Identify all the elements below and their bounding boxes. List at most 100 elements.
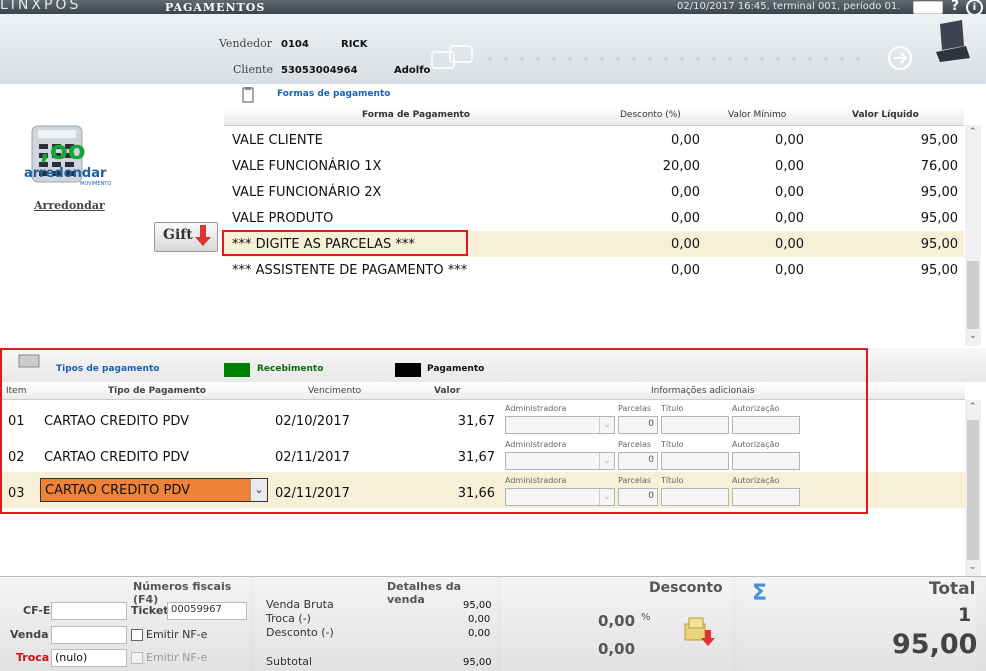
gift-button[interactable]: Gift: [154, 222, 218, 252]
forma-liquido: 95,00: [920, 263, 958, 278]
desconto-pct[interactable]: 0,00: [598, 612, 635, 630]
formas-row[interactable]: VALE FUNCIONÁRIO 1X 20,00 0,00 76,00: [224, 153, 964, 179]
keyboard-icon[interactable]: [913, 1, 943, 14]
col-desconto: Desconto (%): [620, 110, 681, 120]
ticket-label: Ticket: [131, 604, 169, 617]
formas-tab[interactable]: Formas de pagamento: [224, 84, 964, 106]
detalhes-panel: Detalhes da venda Venda Bruta 95,00 Troc…: [255, 577, 497, 671]
desconto-title: Desconto: [649, 580, 723, 596]
scroll-thumb[interactable]: [967, 420, 979, 560]
title-bar: LINXPOS PAGAMENTOS 02/10/2017 16:45, ter…: [0, 0, 986, 16]
total-value: 95,00: [892, 629, 978, 660]
arredondar-label[interactable]: Arredondar: [34, 199, 105, 212]
venda-input[interactable]: [51, 626, 127, 644]
sigma-icon: Σ: [752, 581, 768, 606]
vendedor-name: RICK: [341, 39, 368, 50]
formas-row[interactable]: VALE PRODUTO 0,00 0,00 95,00: [224, 205, 964, 231]
document-icon: [242, 87, 254, 103]
formas-row[interactable]: VALE CLIENTE 0,00 0,00 95,00: [224, 127, 964, 153]
decorative-dots-icon: [431, 45, 912, 70]
total-title: Total: [929, 579, 976, 599]
emitir-nfe2-label: Emitir NF-e: [146, 651, 208, 664]
emitir-nfe-label: Emitir NF-e: [146, 628, 208, 641]
emitir-nfe-checkbox[interactable]: [131, 629, 143, 641]
total-panel: Σ Total 1 95,00: [737, 577, 977, 671]
pos-terminal-icon: [936, 20, 970, 62]
bruta-value: 95,00: [463, 600, 492, 611]
cliente-code: 53053004964: [281, 65, 358, 76]
arredondar-logo[interactable]: ,oo arredondar MOVIMENTO: [22, 136, 132, 187]
scroll-down-icon[interactable]: ⌄: [969, 331, 977, 341]
ticket-value: 00059967: [171, 604, 222, 615]
forma-liquido: 76,00: [920, 159, 958, 174]
scroll-down-icon[interactable]: ⌄: [969, 562, 977, 572]
scroll-thumb[interactable]: [967, 261, 979, 329]
forma-desconto: 0,00: [671, 237, 700, 252]
scroll-up-icon[interactable]: ⌃: [969, 127, 977, 137]
brand-logo: LINXPOS: [0, 0, 82, 13]
header-panel: Vendedor 0104 RICK Cliente 53053004964 A…: [0, 14, 986, 84]
forma-desconto: 20,00: [662, 159, 700, 174]
footer: Números fiscais (F4) CF-E Ticket 0005996…: [0, 576, 986, 671]
formas-grid-header: Forma de Pagamento Desconto (%) Valor Mí…: [224, 107, 964, 126]
logo-sub: MOVIMENTO: [80, 181, 112, 187]
forma-liquido: 95,00: [920, 211, 958, 226]
troca2-value: 0,00: [468, 614, 491, 625]
highlight-box: [222, 230, 468, 256]
module-title: PAGAMENTOS: [165, 1, 266, 14]
formas-row[interactable]: VALE FUNCIONÁRIO 2X 0,00 0,00 95,00: [224, 179, 964, 205]
left-pane: ,oo arredondar MOVIMENTO Arredondar Gift: [0, 84, 222, 346]
forma-liquido: 95,00: [920, 185, 958, 200]
pct-sign: %: [641, 612, 651, 623]
subtotal-label: Subtotal: [266, 655, 313, 668]
forma-minimo: 0,00: [775, 159, 804, 174]
troca-value: (nulo): [55, 651, 88, 664]
tipos-panel: Tipos de pagamento Recebimento Pagamento…: [0, 348, 986, 576]
forma-name: VALE FUNCIONÁRIO 1X: [232, 159, 382, 174]
cliente-name: Adolfo: [394, 65, 431, 76]
forma-liquido: 95,00: [920, 133, 958, 148]
tipos-scrollbar[interactable]: ⌃ ⌄: [965, 400, 981, 576]
scroll-up-icon[interactable]: ⌃: [969, 402, 977, 412]
troca-input[interactable]: (nulo): [51, 649, 127, 667]
forma-name: VALE FUNCIONÁRIO 2X: [232, 185, 382, 200]
gift-label: Gift: [163, 227, 193, 243]
troca2-label: Troca (-): [266, 612, 311, 625]
cfe-label: CF-E: [23, 604, 51, 617]
discount-icon[interactable]: [683, 616, 717, 648]
subtotal-value: 95,00: [463, 657, 492, 668]
forma-desconto: 0,00: [671, 263, 700, 278]
formas-tab-label: Formas de pagamento: [277, 89, 391, 99]
vendedor-label: Vendedor: [219, 37, 273, 50]
status-text: 02/10/2017 16:45, terminal 001, período …: [677, 1, 901, 12]
fiscal-panel: Números fiscais (F4) CF-E Ticket 0005996…: [0, 577, 250, 671]
total-items: 1: [958, 604, 972, 626]
forma-name: VALE CLIENTE: [232, 133, 323, 148]
forma-minimo: 0,00: [775, 263, 804, 278]
emitir-nfe2-checkbox[interactable]: [131, 652, 143, 664]
ticket-input[interactable]: 00059967: [167, 602, 247, 620]
desconto-panel: Desconto 0,00 % 0,00: [501, 577, 733, 671]
cfe-input[interactable]: [51, 602, 127, 620]
forma-minimo: 0,00: [775, 211, 804, 226]
troca-label: Troca: [16, 651, 50, 664]
desconto-value[interactable]: 0,00: [598, 640, 635, 658]
col-minimo: Valor Mínimo: [728, 110, 787, 120]
formas-scrollbar[interactable]: ⌃ ⌄: [965, 125, 981, 346]
forma-minimo: 0,00: [775, 133, 804, 148]
gift-arrow-icon: [195, 225, 211, 246]
forma-name: *** ASSISTENTE DE PAGAMENTO ***: [232, 263, 468, 278]
logo-text: arredondar: [24, 166, 107, 181]
venda-label: Venda: [10, 628, 49, 641]
cliente-label: Cliente: [233, 63, 273, 76]
help-icon[interactable]: ?: [951, 0, 959, 14]
desconto2-value: 0,00: [468, 628, 491, 639]
forma-minimo: 0,00: [775, 237, 804, 252]
vendedor-code: 0104: [281, 39, 309, 50]
forma-liquido: 95,00: [920, 237, 958, 252]
col-liquido: Valor Líquido: [852, 110, 919, 120]
formas-row[interactable]: *** ASSISTENTE DE PAGAMENTO *** 0,00 0,00 9…: [224, 257, 964, 283]
forma-minimo: 0,00: [775, 185, 804, 200]
forma-name: VALE PRODUTO: [232, 211, 334, 226]
forma-desconto: 0,00: [671, 211, 700, 226]
